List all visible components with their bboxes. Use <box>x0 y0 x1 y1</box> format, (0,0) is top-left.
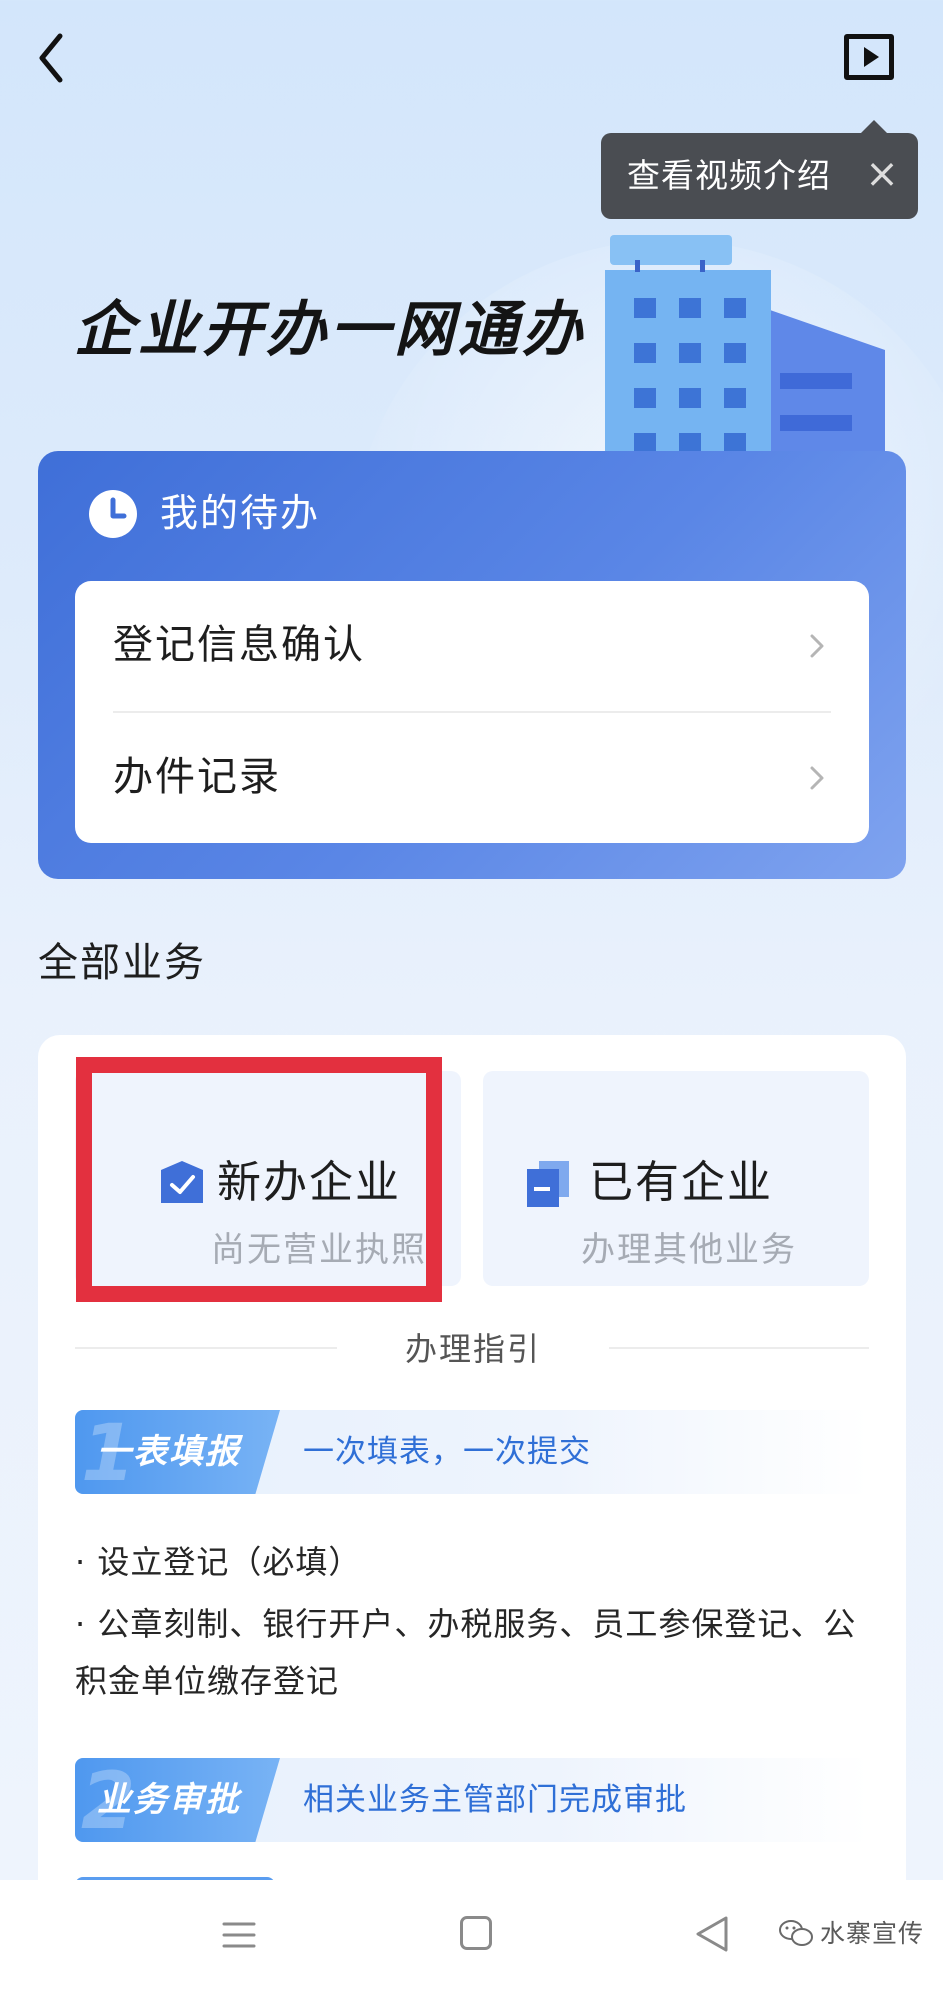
services-card: 新办企业 尚无营业执照 已有企业 办理其他业务 办理指引 1 一表填报 一次填表… <box>38 1035 906 1935</box>
list-item: 积金单位缴存登记 <box>75 1662 340 1700</box>
list-item: · 公章刻制、银行开户、办税服务、员工参保登记、公 <box>75 1605 857 1643</box>
step-badge: 2 业务审批 <box>75 1758 280 1842</box>
my-todo-card: 我的待办 登记信息确认 办件记录 <box>38 451 906 879</box>
todo-title: 我的待办 <box>160 491 321 535</box>
all-services-title: 全部业务 <box>38 940 206 986</box>
list-item: · 设立登记（必填） <box>75 1543 362 1581</box>
video-intro-tooltip[interactable]: 查看视频介绍 × <box>601 120 918 219</box>
existing-business-tile[interactable]: 已有企业 办理其他业务 <box>483 1071 869 1286</box>
todo-item-registration-confirm[interactable]: 登记信息确认 <box>75 581 869 711</box>
todo-item-label: 办件记录 <box>113 754 281 800</box>
step-desc: 一次填表，一次提交 <box>303 1434 591 1470</box>
step-approval: 2 业务审批 相关业务主管部门完成审批 <box>75 1758 869 1842</box>
chevron-right-icon <box>807 760 829 796</box>
highlight-box <box>76 1057 442 1302</box>
step-fill-form: 1 一表填报 一次填表，一次提交 <box>75 1410 869 1494</box>
step-name: 业务审批 <box>97 1780 241 1820</box>
home-icon[interactable] <box>460 1916 492 1950</box>
wechat-icon <box>778 1918 814 1948</box>
todo-item-label: 登记信息确认 <box>113 622 365 668</box>
divider <box>609 1347 869 1349</box>
guide-label: 办理指引 <box>404 1330 541 1368</box>
todo-list: 登记信息确认 办件记录 <box>75 581 869 843</box>
system-nav-bar: 水寨宣传 <box>0 1880 943 1998</box>
play-icon[interactable] <box>844 34 894 80</box>
step-badge: 1 一表填报 <box>75 1410 280 1494</box>
chevron-right-icon <box>807 628 829 664</box>
tooltip-text[interactable]: 查看视频介绍 <box>627 153 831 199</box>
clock-icon <box>88 489 138 539</box>
close-icon[interactable]: × <box>859 151 905 197</box>
document-icon <box>525 1159 571 1209</box>
watermark-text: 水寨宣传 <box>820 1919 925 1948</box>
tile-title: 已有企业 <box>589 1157 773 1208</box>
building-illustration <box>590 230 900 460</box>
back-triangle-icon[interactable] <box>694 1914 730 1954</box>
step-name: 一表填报 <box>97 1432 241 1472</box>
todo-item-records[interactable]: 办件记录 <box>75 713 869 843</box>
step-desc: 相关业务主管部门完成审批 <box>303 1782 687 1818</box>
menu-icon[interactable] <box>222 1920 256 1950</box>
tile-subtitle: 办理其他业务 <box>581 1230 797 1270</box>
divider <box>75 1347 337 1349</box>
back-arrow-icon[interactable] <box>30 28 80 88</box>
page-title: 企业开办一网通办 <box>74 295 586 365</box>
